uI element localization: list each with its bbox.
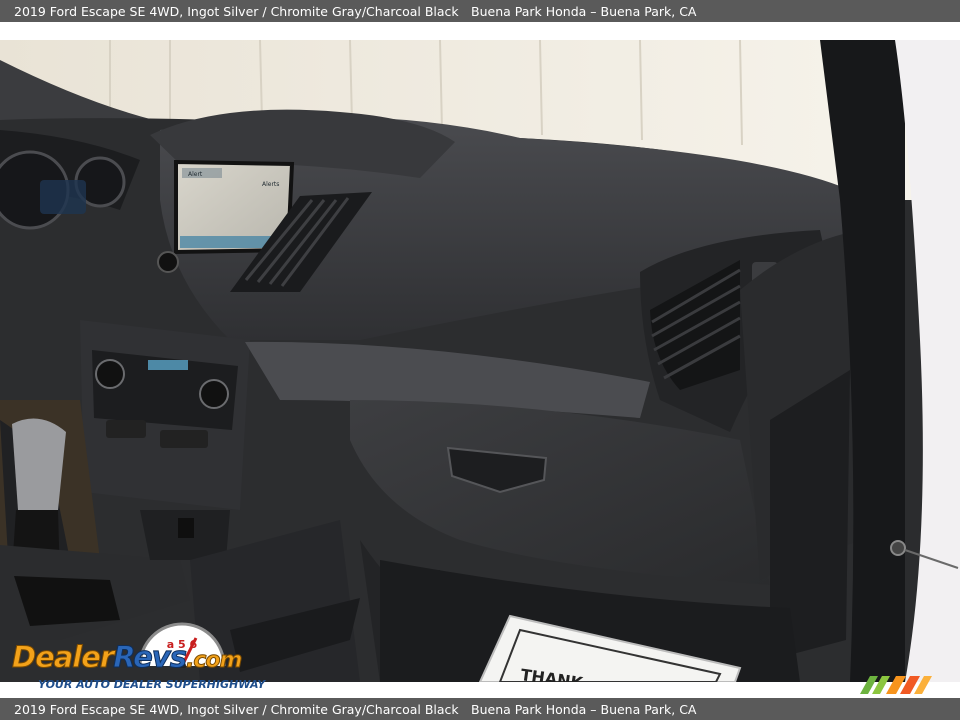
caption-bar-top: 2019 Ford Escape SE 4WD, Ingot Silver / … [0, 0, 960, 22]
screen-label-right: Alerts [262, 181, 279, 188]
caption-dealer-bottom: Buena Park Honda – Buena Park, CA [471, 701, 697, 717]
vehicle-photo: Alert Alerts THANK [0, 40, 960, 682]
caption-dealer: Buena Park Honda – Buena Park, CA [471, 3, 697, 19]
brand-stripes-icon [860, 676, 932, 694]
caption-vehicle: 2019 Ford Escape SE 4WD, Ingot Silver / … [14, 3, 459, 19]
caption-bar-bottom: 2019 Ford Escape SE 4WD, Ingot Silver / … [0, 698, 960, 720]
dealerrevs-tagline: YOUR AUTO DEALER SUPERHIGHWAY [38, 678, 266, 691]
dealerrevs-logo: DealerRevs.com [11, 640, 242, 675]
logo-part-revs: Revs [113, 640, 188, 675]
screen-label-left: Alert [188, 171, 203, 178]
logo-part-com: .com [185, 648, 242, 674]
caption-vehicle-bottom: 2019 Ford Escape SE 4WD, Ingot Silver / … [14, 701, 459, 717]
logo-part-dealer: Dealer [11, 640, 114, 675]
dealerrevs-watermark: a 5 6 DealerRevs.com YOUR AUTO DEALER SU… [10, 622, 270, 694]
